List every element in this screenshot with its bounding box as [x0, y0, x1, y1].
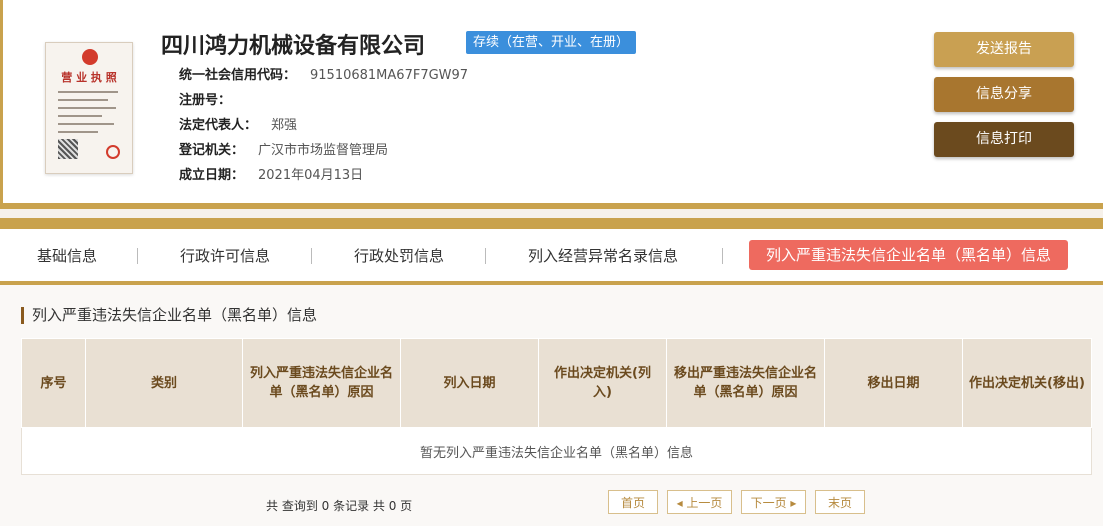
legal-representative-value: 郑强 — [271, 118, 298, 133]
legal-representative-label: 法定代表人： — [179, 118, 258, 133]
prev-page-button[interactable]: ◂ 上一页 — [667, 490, 732, 514]
print-info-button[interactable]: 信息打印 — [934, 122, 1074, 157]
section-title: 列入严重违法失信企业名单（黑名单）信息 — [21, 307, 317, 324]
tab-administrative-license[interactable]: 行政许可信息 — [180, 245, 270, 266]
tab-bar: 基础信息 行政许可信息 行政处罚信息 列入经营异常名录信息 列入严重违法失信企业… — [0, 229, 1103, 281]
blacklist-table: 序号 类别 列入严重违法失信企业名单（黑名单）原因 列入日期 作出决定机关(列入… — [21, 338, 1092, 475]
registration-authority-label: 登记机关： — [179, 143, 245, 158]
column-header: 移出严重违法失信企业名单（黑名单）原因 — [666, 338, 825, 428]
blacklist-section: 列入严重违法失信企业名单（黑名单）信息 序号 类别 列入严重违法失信企业名单（黑… — [0, 285, 1103, 526]
table-header-row: 序号 类别 列入严重违法失信企业名单（黑名单）原因 列入日期 作出决定机关(列入… — [21, 338, 1092, 428]
registration-number-row: 注册号： — [179, 89, 245, 108]
establishment-date-label: 成立日期： — [179, 168, 245, 183]
column-header: 移出日期 — [824, 338, 963, 428]
registration-authority-row: 登记机关： 广汉市市场监督管理局 — [179, 139, 388, 158]
column-header: 序号 — [21, 338, 86, 428]
pagination-summary: 共 查询到 0 条记录 共 0 页 — [266, 499, 413, 513]
status-badge: 存续（在营、开业、在册） — [466, 31, 637, 54]
column-header: 列入日期 — [400, 338, 539, 428]
column-header: 作出决定机关(列入) — [538, 338, 667, 428]
tab-abnormal-operation[interactable]: 列入经营异常名录信息 — [528, 245, 678, 266]
company-header: 营 业 执 照 四川鸿力机械设备有限公司 存续（在营、开业、在册） 统一社会信用… — [0, 0, 1103, 203]
column-header: 作出决定机关(移出) — [962, 338, 1092, 428]
divider-band — [0, 209, 1103, 218]
first-page-button[interactable]: 首页 — [608, 490, 658, 514]
seal-icon — [106, 145, 120, 159]
tab-divider — [722, 248, 723, 264]
table-row: 暂无列入严重违法失信企业名单（黑名单）信息 — [21, 427, 1092, 475]
tab-basic-info[interactable]: 基础信息 — [37, 245, 97, 266]
tab-blacklist[interactable]: 列入严重违法失信企业名单（黑名单）信息 — [749, 240, 1069, 270]
registration-authority-value: 广汉市市场监督管理局 — [258, 143, 389, 158]
registration-number-label: 注册号： — [179, 93, 232, 108]
column-header: 类别 — [85, 338, 243, 428]
establishment-date-value: 2021年04月13日 — [258, 168, 364, 183]
tab-divider — [485, 248, 486, 264]
legal-representative-row: 法定代表人： 郑强 — [179, 114, 297, 133]
credit-code-label: 统一社会信用代码： — [179, 68, 297, 83]
credit-code-row: 统一社会信用代码： 91510681MA67F7GW97 — [179, 64, 468, 83]
national-emblem-icon — [82, 49, 98, 65]
divider — [0, 218, 1103, 229]
business-license-image: 营 业 执 照 — [45, 42, 133, 174]
license-title: 营 业 执 照 — [61, 71, 117, 84]
share-info-button[interactable]: 信息分享 — [934, 77, 1074, 112]
send-report-button[interactable]: 发送报告 — [934, 32, 1074, 67]
establishment-date-row: 成立日期： 2021年04月13日 — [179, 164, 363, 183]
qr-code-icon — [58, 139, 78, 159]
column-header: 列入严重违法失信企业名单（黑名单）原因 — [242, 338, 401, 428]
tab-divider — [311, 248, 312, 264]
last-page-button[interactable]: 末页 — [815, 490, 865, 514]
next-page-button[interactable]: 下一页 ▸ — [741, 490, 806, 514]
tab-divider — [137, 248, 138, 264]
empty-message: 暂无列入严重违法失信企业名单（黑名单）信息 — [21, 427, 1092, 475]
tab-administrative-penalty[interactable]: 行政处罚信息 — [354, 245, 444, 266]
company-name: 四川鸿力机械设备有限公司 — [161, 34, 426, 59]
credit-code-value: 91510681MA67F7GW97 — [310, 68, 469, 83]
